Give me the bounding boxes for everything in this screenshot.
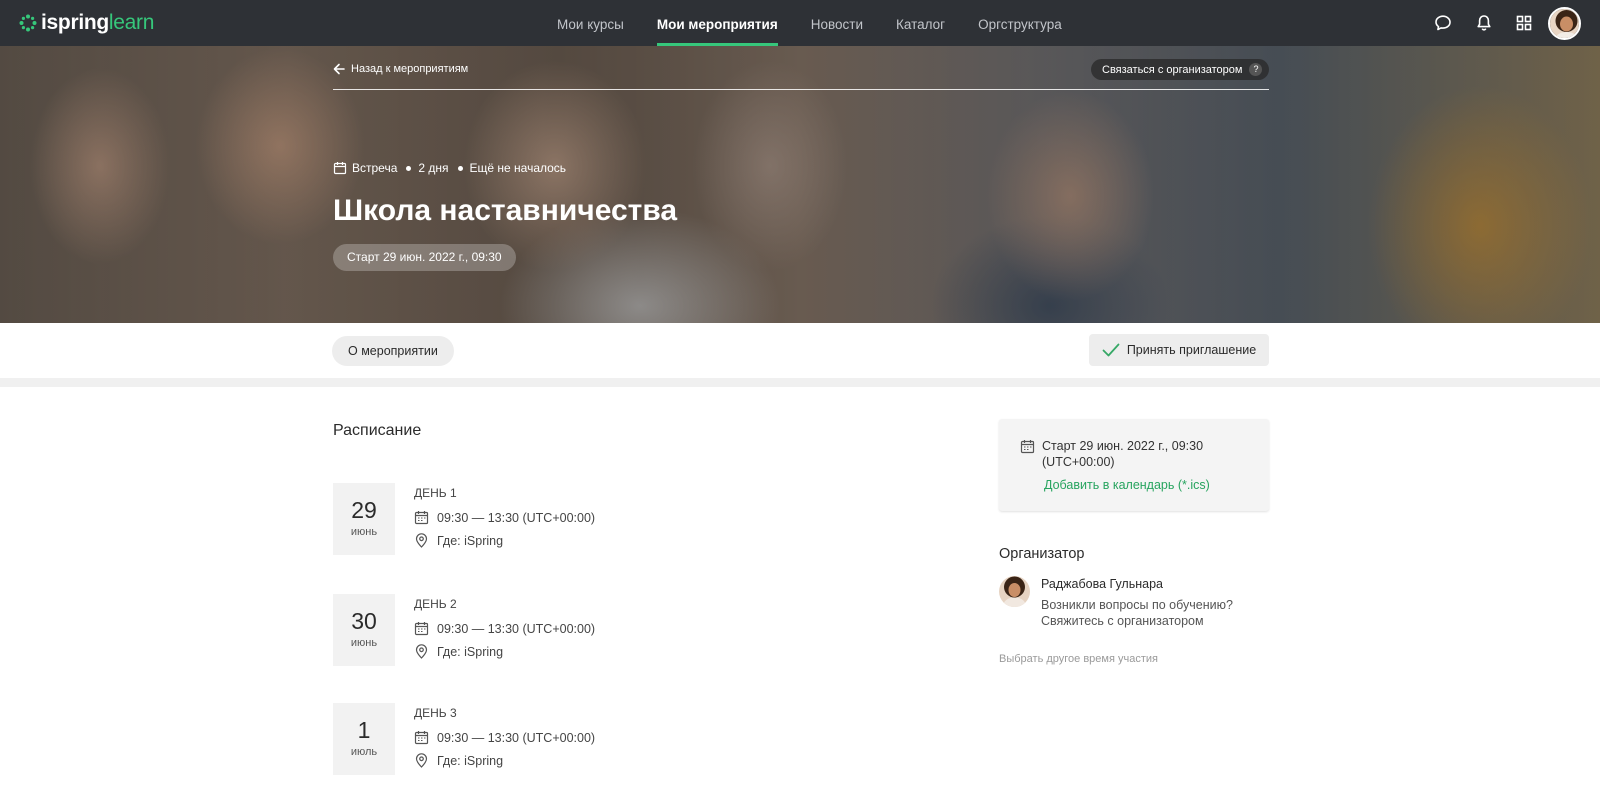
day-label: ДЕНЬ 1	[414, 486, 457, 500]
date-day: 29	[351, 497, 377, 523]
organizer-avatar-image	[999, 576, 1030, 607]
event-status: Ещё не началось	[469, 161, 567, 175]
calendar-icon	[414, 622, 429, 636]
accept-invitation-button[interactable]: Принять приглашение	[1089, 334, 1269, 366]
day-place-row: Где: iSpring	[414, 644, 503, 659]
organizer-contact-text: Свяжитесь с организатором	[1041, 614, 1204, 628]
nav-org-structure[interactable]: Оргструктура	[978, 0, 1062, 46]
date-month: июль	[350, 746, 378, 758]
hero-image-overlay	[0, 46, 1600, 323]
apps-grid-icon[interactable]	[1514, 13, 1534, 33]
location-pin-icon	[415, 644, 428, 659]
hero-divider	[333, 89, 1269, 90]
calendar-icon	[333, 162, 347, 175]
event-title: Школа наставничества	[333, 194, 678, 227]
day-place: Где: iSpring	[437, 753, 504, 768]
help-icon: ?	[1249, 63, 1263, 76]
location-pin-icon	[415, 753, 428, 768]
add-to-calendar-link[interactable]: Добавить в календарь (*.ics)	[1044, 478, 1210, 492]
event-hero-banner: Назад к мероприятиям Связаться с организ…	[0, 46, 1600, 323]
date-month: июнь	[350, 637, 378, 649]
nav-news[interactable]: Новости	[811, 0, 863, 46]
calendar-icon	[414, 511, 429, 525]
event-start-badge: Старт 29 июн. 2022 г., 09:30	[333, 244, 516, 271]
day-place: Где: iSpring	[437, 533, 504, 548]
top-navigation-bar: ispringlearn Мои курсы Мои мероприятия Н…	[0, 0, 1600, 46]
tab-about-event[interactable]: О мероприятии	[332, 336, 454, 366]
date-box: 1 июль	[333, 703, 395, 775]
day-label: ДЕНЬ 3	[414, 706, 457, 720]
meta-separator	[457, 165, 463, 171]
nav-my-courses[interactable]: Мои курсы	[557, 0, 624, 46]
day-time: 09:30 — 13:30 (UTC+00:00)	[437, 510, 596, 525]
date-day: 1	[357, 717, 371, 743]
arrow-left-icon	[333, 63, 345, 75]
nav-my-events[interactable]: Мои мероприятия	[656, 0, 778, 46]
date-month: июнь	[350, 526, 378, 538]
day-time: 09:30 — 13:30 (UTC+00:00)	[437, 621, 596, 636]
day-place-row: Где: iSpring	[414, 753, 503, 768]
user-avatar-image	[1550, 9, 1579, 38]
day-time-row: 09:30 — 13:30 (UTC+00:00)	[414, 730, 595, 745]
schedule-day: 29 июнь ДЕНЬ 1 09:30 — 13:30 (UTC+00:00)…	[333, 483, 833, 555]
main-nav: Мои курсы Мои мероприятия Новости Катало…	[557, 0, 1095, 46]
contact-organizer-label: Связаться с организатором	[1102, 63, 1243, 76]
calendar-icon	[1020, 440, 1035, 454]
logo-mark-icon	[19, 14, 37, 32]
day-time-row: 09:30 — 13:30 (UTC+00:00)	[414, 621, 595, 636]
event-meta: Встреча 2 дня Ещё не началось	[333, 161, 566, 175]
date-day: 30	[351, 608, 377, 634]
date-box: 30 июнь	[333, 594, 395, 666]
date-box: 29 июнь	[333, 483, 395, 555]
checkmark-icon	[1102, 343, 1120, 357]
section-separator	[0, 378, 1600, 387]
bell-icon[interactable]	[1474, 13, 1494, 33]
ispring-learn-logo[interactable]: ispringlearn	[19, 12, 154, 34]
event-duration: 2 дня	[418, 161, 449, 175]
day-place-row: Где: iSpring	[414, 533, 503, 548]
event-start-card: Старт 29 июн. 2022 г., 09:30 (UTC+00:00)…	[999, 419, 1269, 511]
schedule-heading: Расписание	[333, 422, 422, 439]
nav-catalog[interactable]: Каталог	[896, 0, 945, 46]
organizer-avatar[interactable]	[999, 576, 1030, 607]
organizer-heading: Организатор	[999, 546, 1085, 562]
schedule-day: 30 июнь ДЕНЬ 2 09:30 — 13:30 (UTC+00:00)…	[333, 594, 833, 666]
choose-other-time-link[interactable]: Выбрать другое время участия	[999, 653, 1158, 665]
back-to-events-link[interactable]: Назад к мероприятиям	[333, 63, 468, 75]
day-label: ДЕНЬ 2	[414, 597, 457, 611]
accept-invitation-label: Принять приглашение	[1126, 343, 1257, 357]
meta-separator	[406, 165, 412, 171]
event-action-bar: О мероприятии Принять приглашение	[0, 323, 1600, 378]
event-start-text: Старт 29 июн. 2022 г., 09:30 (UTC+00:00)	[1042, 439, 1204, 469]
event-type: Встреча	[352, 161, 398, 175]
day-time: 09:30 — 13:30 (UTC+00:00)	[437, 730, 596, 745]
schedule-day: 1 июль ДЕНЬ 3 09:30 — 13:30 (UTC+00:00) …	[333, 703, 833, 775]
day-place: Где: iSpring	[437, 644, 504, 659]
organizer-name[interactable]: Раджабова Гульнара	[1041, 577, 1163, 591]
user-avatar[interactable]	[1548, 7, 1581, 40]
day-time-row: 09:30 — 13:30 (UTC+00:00)	[414, 510, 595, 525]
chat-icon[interactable]	[1433, 13, 1453, 33]
calendar-icon	[414, 731, 429, 745]
organizer-question-text: Возникли вопросы по обучению?	[1041, 598, 1233, 612]
logo-text: ispringlearn	[41, 11, 155, 34]
location-pin-icon	[415, 533, 428, 548]
back-link-label: Назад к мероприятиям	[351, 63, 469, 75]
contact-organizer-button[interactable]: Связаться с организатором ?	[1091, 59, 1270, 80]
